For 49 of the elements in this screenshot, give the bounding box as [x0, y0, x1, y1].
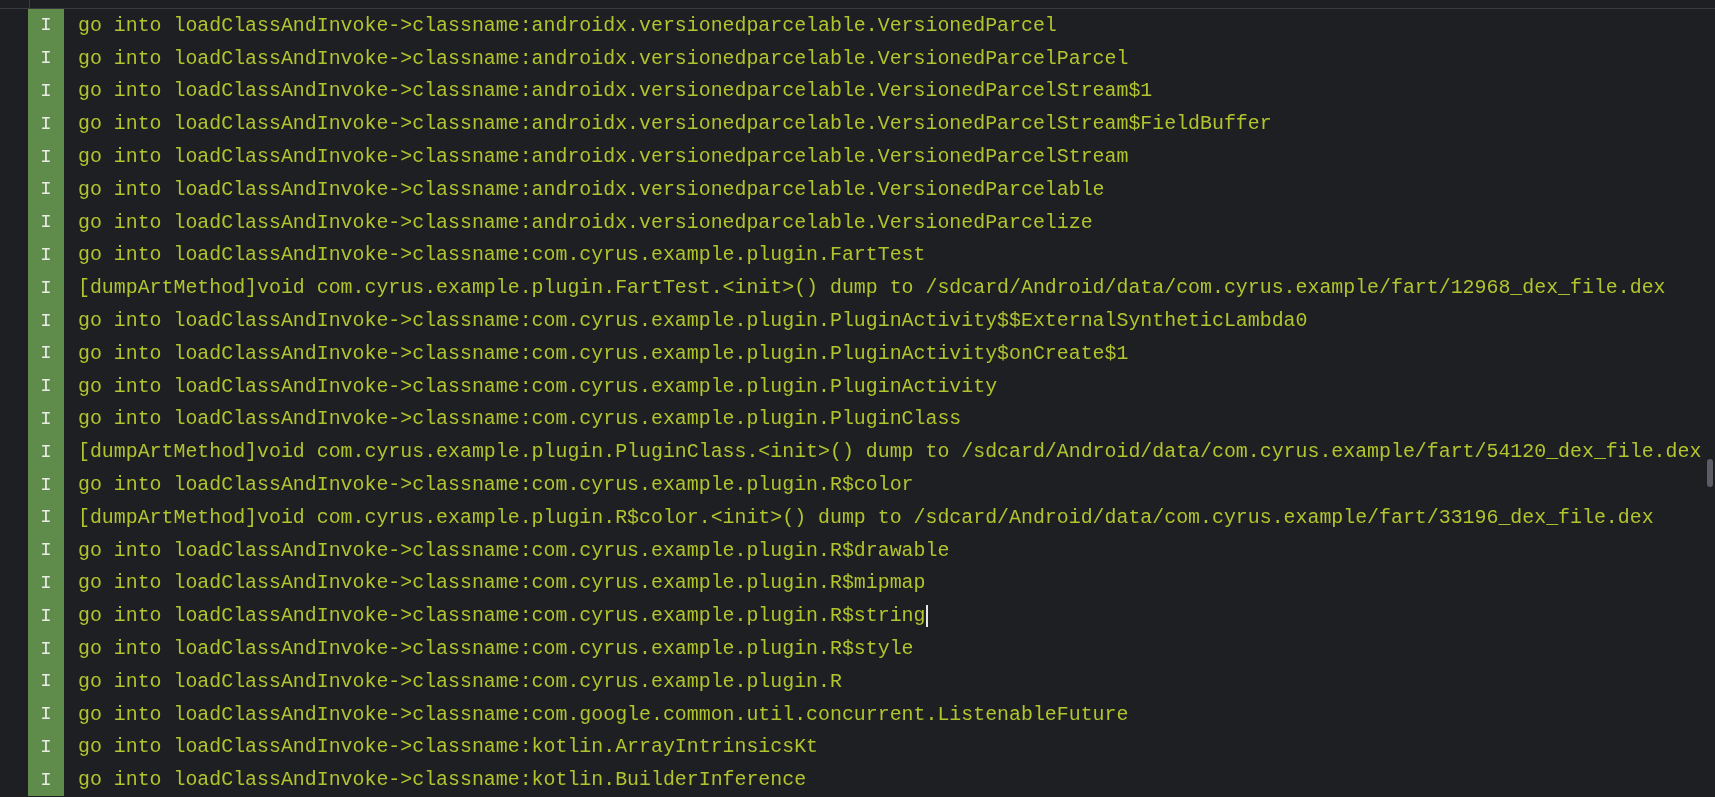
log-level-tag: I — [28, 566, 64, 600]
log-message: go into loadClassAndInvoke->classname:kotlin.BuilderInference — [78, 768, 807, 792]
log-message: go into loadClassAndInvoke->classname:com.cyrus.example.plugin.R$drawable — [78, 538, 950, 562]
log-level-tag: I — [28, 468, 64, 501]
log-message: go into loadClassAndInvoke->classname:com.cyrus.example.plugin.R — [78, 669, 842, 693]
log-level-tag: I — [28, 271, 64, 305]
log-message: [dumpArtMethod]void com.cyrus.example.plugin.R$color.<init>() dump to /sdcard/Android/data/com.cyrus.example/fart/33196_dex_file.dex — [78, 505, 1654, 529]
log-message: [dumpArtMethod]void com.cyrus.example.plugin.PluginClass.<init>() dump to /sdcard/Android/data/com.cyrus.example/fart/54120_dex_file.dex — [78, 440, 1702, 464]
log-level-tag: I — [28, 599, 64, 633]
log-level-tag: I — [28, 140, 64, 173]
log-message: go into loadClassAndInvoke->classname:com.cyrus.example.plugin.R$style — [78, 637, 914, 661]
log-level-tag: I — [28, 304, 64, 337]
log-message: go into loadClassAndInvoke->classname:androidx.versionedparcelable.VersionedParcelStream$1 — [78, 79, 1153, 103]
log-level-tag: I — [28, 402, 64, 436]
log-level-tag: I — [28, 173, 64, 206]
log-message: go into loadClassAndInvoke->classname:com.cyrus.example.plugin.FartTest — [78, 243, 926, 267]
log-level-tag: I — [28, 205, 64, 239]
log-level-tag: I — [28, 664, 64, 698]
log-message: go into loadClassAndInvoke->classname:com.cyrus.example.plugin.PluginActivity$onCreate$1 — [78, 341, 1129, 365]
log-message: go into loadClassAndInvoke->classname:com.cyrus.example.plugin.R$string — [78, 604, 929, 628]
log-level-tag: I — [28, 500, 64, 534]
log-message: go into loadClassAndInvoke->classname:androidx.versionedparcelable.VersionedParcelParcel — [78, 46, 1129, 70]
log-level-tag: I — [28, 238, 64, 272]
log-message: go into loadClassAndInvoke->classname:androidx.versionedparcelable.VersionedParcelStream$FieldBuffer — [78, 112, 1272, 136]
log-message: go into loadClassAndInvoke->classname:com.cyrus.example.plugin.PluginActivity$$ExternalSyntheticLambda0 — [78, 309, 1308, 333]
log-level-tag: I — [28, 763, 64, 797]
log-message: go into loadClassAndInvoke->classname:com.cyrus.example.plugin.R$color — [78, 473, 914, 497]
log-message: go into loadClassAndInvoke->classname:com.cyrus.example.plugin.PluginClass — [78, 407, 962, 431]
log-level-tag: I — [28, 9, 64, 42]
log-level-tag: I — [28, 533, 64, 567]
log-level-tag: I — [28, 435, 64, 469]
log-level-tag: I — [28, 369, 64, 403]
log-message: go into loadClassAndInvoke->classname:androidx.versionedparcelable.VersionedParcel — [78, 13, 1057, 37]
log-level-tag: I — [28, 697, 64, 731]
log-message: [dumpArtMethod]void com.cyrus.example.plugin.FartTest.<init>() dump to /sdcard/Android/data/com.cyrus.example/fart/12968_dex_file.dex — [78, 276, 1666, 300]
log-message: go into loadClassAndInvoke->classname:kotlin.ArrayIntrinsicsKt — [78, 735, 819, 759]
scrollbar-thumb[interactable] — [1707, 459, 1713, 487]
log-level-tag: I — [28, 107, 64, 141]
log-message: go into loadClassAndInvoke->classname:androidx.versionedparcelable.VersionedParcelize — [78, 210, 1093, 234]
log-level-tag: I — [28, 336, 64, 370]
log-level-tag: I — [28, 632, 64, 665]
log-message: go into loadClassAndInvoke->classname:androidx.versionedparcelable.VersionedParcelStream — [78, 145, 1129, 169]
log-message: go into loadClassAndInvoke->classname:androidx.versionedparcelable.VersionedParcelable — [78, 177, 1105, 201]
log-message: go into loadClassAndInvoke->classname:com.google.common.util.concurrent.ListenableFuture — [78, 702, 1129, 726]
log-message: go into loadClassAndInvoke->classname:com.cyrus.example.plugin.R$mipmap — [78, 571, 926, 595]
log-message: go into loadClassAndInvoke->classname:com.cyrus.example.plugin.PluginActivity — [78, 374, 998, 398]
log-level-tag: I — [28, 41, 64, 75]
log-level-tag: I — [28, 74, 64, 108]
log-level-tag: I — [28, 730, 64, 764]
